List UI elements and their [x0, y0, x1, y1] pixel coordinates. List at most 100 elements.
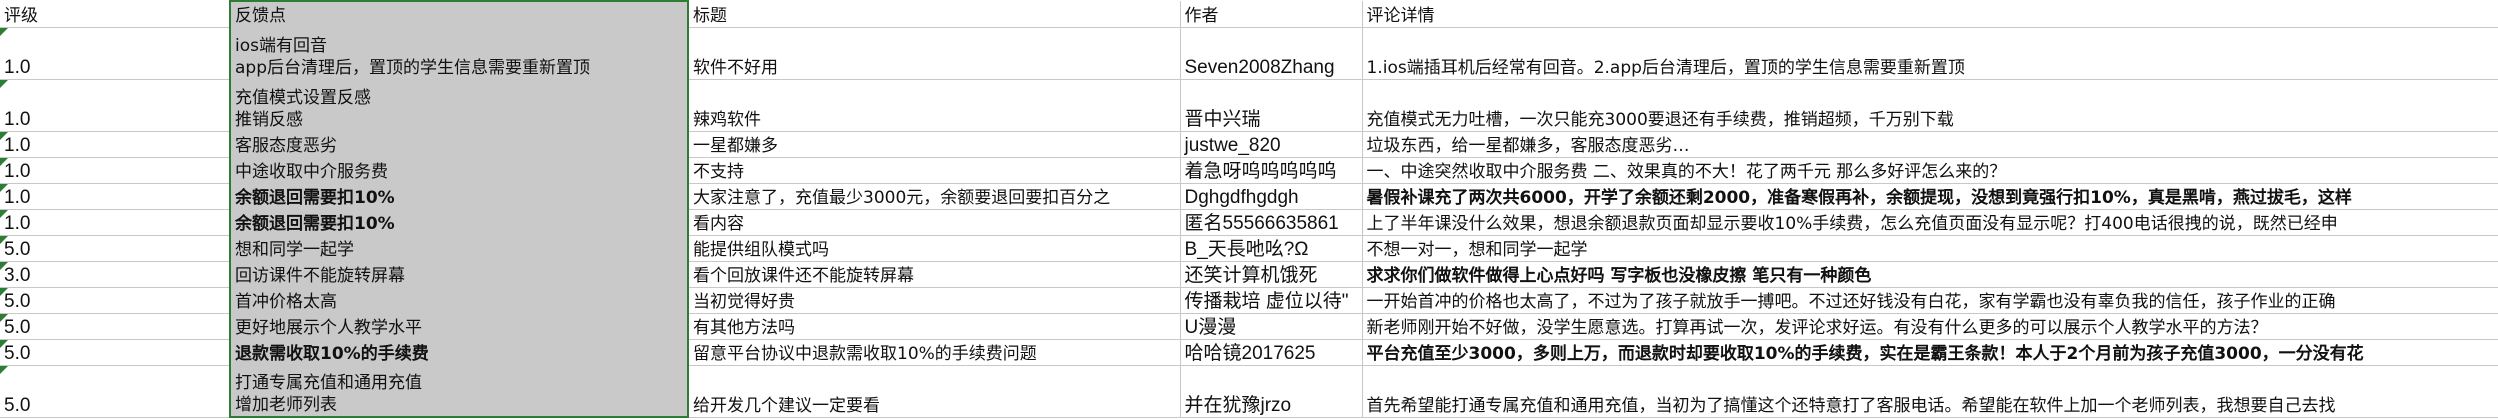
cell-grade[interactable]: 5.0 — [0, 313, 231, 340]
table-row: 3.0 回访课件不能旋转屏幕 看个回放课件还不能旋转屏幕 还笑计算机饿死 求求你们做软件… — [0, 261, 2498, 288]
cell-title[interactable]: 能提供组队模式吗 — [688, 235, 1181, 262]
cell-author[interactable]: 哈哈镜2017625 — [1180, 339, 1363, 366]
column-header-detail[interactable]: 评论详情 — [1362, 1, 2498, 28]
cell-feedback[interactable]: 想和同学一起学 — [229, 235, 689, 262]
cell-detail[interactable]: 首先希望能打通专属充值和通用充值，当初为了搞懂这个还特意打了客服电话。希望能在软… — [1362, 365, 2498, 418]
cell-feedback[interactable]: 打通专属充值和通用充值 增加老师列表 — [229, 365, 689, 418]
cell-grade[interactable]: 5.0 — [0, 365, 231, 418]
cell-feedback[interactable]: 退款需收取10%的手续费 — [229, 339, 689, 366]
cell-author[interactable]: 传播栽培 虚位以待" — [1180, 287, 1363, 314]
feedback-table: 评级 反馈点 标题 作者 评论详情 1.0 ios端有回音 app后台清理后，置顶的… — [0, 0, 2498, 418]
feedback-line: 首冲价格太高 — [235, 291, 337, 312]
cell-author[interactable]: Dghgdfhgdgh — [1180, 183, 1363, 210]
cell-author[interactable]: 还笑计算机饿死 — [1180, 261, 1363, 288]
feedback-line: 余额退回需要扣10% — [235, 187, 395, 208]
cell-title[interactable]: 当初觉得好贵 — [688, 287, 1181, 314]
grade-value: 5.0 — [4, 394, 31, 416]
feedback-line: 打通专属充值和通用充值 — [235, 373, 422, 393]
cell-feedback[interactable]: 更好地展示个人教学水平 — [229, 313, 689, 340]
number-as-text-indicator-icon — [0, 365, 8, 374]
cell-author[interactable]: 着急呀呜呜呜呜呜 — [1180, 157, 1363, 184]
cell-detail[interactable]: 求求你们做软件做得上心点好吗 写字板也没橡皮擦 笔只有一种颜色 — [1362, 261, 2498, 288]
cell-feedback[interactable]: 中途收取中介服务费 — [229, 157, 689, 184]
cell-author[interactable]: justwe_820 — [1180, 131, 1363, 158]
cell-title[interactable]: 看内容 — [688, 209, 1181, 236]
cell-detail[interactable]: 1.ios端插耳机后经常有回音。2.app后台清理后，置顶的学生信息需要重新置顶 — [1362, 27, 2498, 80]
cell-author[interactable]: B_天長吔吆?Ω — [1180, 235, 1363, 262]
cell-grade[interactable]: 5.0 — [0, 235, 231, 262]
cell-grade[interactable]: 1.0 — [0, 209, 231, 236]
number-as-text-indicator-icon — [0, 261, 8, 270]
cell-detail[interactable]: 一、中途突然收取中介服务费 二、效果真的不大！花了两千元 那么多好评怎么来的？ — [1362, 157, 2498, 184]
cell-grade[interactable]: 1.0 — [0, 27, 231, 80]
cell-feedback[interactable]: 余额退回需要扣10% — [229, 209, 689, 236]
table-row: 1.0 余额退回需要扣10% 大家注意了，充值最少3000元，余额要退回要扣百分之 D… — [0, 183, 2498, 210]
column-header-grade[interactable]: 评级 — [0, 1, 231, 28]
cell-grade[interactable]: 1.0 — [0, 131, 231, 158]
feedback-line: ios端有回音 — [235, 35, 327, 56]
cell-grade[interactable]: 1.0 — [0, 79, 231, 132]
spreadsheet-grid: 评级 反馈点 标题 作者 评论详情 1.0 ios端有回音 app后台清理后，置顶的… — [0, 0, 2498, 420]
cell-title[interactable]: 一星都嫌多 — [688, 131, 1181, 158]
column-header-author[interactable]: 作者 — [1180, 1, 1363, 28]
cell-feedback[interactable]: 回访课件不能旋转屏幕 — [229, 261, 689, 288]
number-as-text-indicator-icon — [0, 79, 8, 88]
cell-title[interactable]: 看个回放课件还不能旋转屏幕 — [688, 261, 1181, 288]
cell-grade[interactable]: 1.0 — [0, 157, 231, 184]
cell-detail[interactable]: 垃圾东西，给一星都嫌多，客服态度恶劣… — [1362, 131, 2498, 158]
header-row: 评级 反馈点 标题 作者 评论详情 — [0, 0, 2498, 28]
column-header-title[interactable]: 标题 — [688, 1, 1181, 28]
number-as-text-indicator-icon — [0, 131, 8, 140]
number-as-text-indicator-icon — [0, 339, 8, 348]
cell-detail[interactable]: 新老师刚开始不好做，没学生愿意选。打算再试一次，发评论求好运。有没有什么更多的可… — [1362, 313, 2498, 340]
cell-title[interactable]: 大家注意了，充值最少3000元，余额要退回要扣百分之 — [688, 183, 1181, 210]
feedback-line: 推销反感 — [235, 109, 303, 130]
cell-title[interactable]: 辣鸡软件 — [688, 79, 1181, 132]
cell-feedback[interactable]: 余额退回需要扣10% — [229, 183, 689, 210]
table-row: 1.0 中途收取中介服务费 不支持 着急呀呜呜呜呜呜 一、中途突然收取中介服务费 二、效… — [0, 157, 2498, 184]
cell-grade[interactable]: 5.0 — [0, 287, 231, 314]
table-row: 5.0 打通专属充值和通用充值 增加老师列表 给开发几个建议一定要看 并在犹豫jrzo 首… — [0, 365, 2498, 418]
feedback-line: 退款需收取10%的手续费 — [235, 343, 429, 364]
column-header-feedback[interactable]: 反馈点 — [229, 0, 689, 28]
cell-detail[interactable]: 平台充值至少3000，多则上万，而退款时却要收取10%的手续费，实在是霸王条款！… — [1362, 339, 2498, 366]
number-as-text-indicator-icon — [0, 235, 8, 244]
number-as-text-indicator-icon — [0, 183, 8, 192]
feedback-line: 回访课件不能旋转屏幕 — [235, 265, 405, 286]
cell-grade[interactable]: 3.0 — [0, 261, 231, 288]
cell-grade[interactable]: 5.0 — [0, 339, 231, 366]
feedback-line: 充值模式设置反感 — [235, 87, 371, 108]
table-row: 5.0 退款需收取10%的手续费 留意平台协议中退款需收取10%的手续费问题 哈哈镜2… — [0, 339, 2498, 366]
feedback-line: 想和同学一起学 — [235, 239, 354, 260]
cell-detail[interactable]: 一开始首冲的价格也太高了，不过为了孩子就放手一搏吧。不过还好钱没有白花，家有学霸… — [1362, 287, 2498, 314]
cell-author[interactable]: 匿名55566635861 — [1180, 209, 1363, 236]
cell-feedback[interactable]: 首冲价格太高 — [229, 287, 689, 314]
cell-feedback[interactable]: ios端有回音 app后台清理后，置顶的学生信息需要重新置顶 — [229, 27, 689, 80]
cell-detail[interactable]: 上了半年课没什么效果，想退余额退款页面却显示要收10%手续费，怎么充值页面没有显… — [1362, 209, 2498, 236]
cell-author[interactable]: U漫漫 — [1180, 313, 1363, 340]
cell-title[interactable]: 留意平台协议中退款需收取10%的手续费问题 — [688, 339, 1181, 366]
table-row: 5.0 想和同学一起学 能提供组队模式吗 B_天長吔吆?Ω 不想一对一，想和同学一起学 — [0, 235, 2498, 262]
cell-feedback[interactable]: 充值模式设置反感 推销反感 — [229, 79, 689, 132]
table-row: 1.0 客服态度恶劣 一星都嫌多 justwe_820 垃圾东西，给一星都嫌多，客服态度… — [0, 131, 2498, 158]
cell-detail[interactable]: 充值模式无力吐槽，一次只能充3000要退还有手续费，推销超频，千万别下载 — [1362, 79, 2498, 132]
feedback-line: 增加老师列表 — [235, 395, 337, 415]
cell-author[interactable]: 并在犹豫jrzo — [1180, 365, 1363, 418]
cell-title[interactable]: 有其他方法吗 — [688, 313, 1181, 340]
cell-author[interactable]: 晋中兴瑞 — [1180, 79, 1363, 132]
feedback-line: 中途收取中介服务费 — [235, 161, 388, 182]
cell-grade[interactable]: 1.0 — [0, 183, 231, 210]
table-row: 1.0 充值模式设置反感 推销反感 辣鸡软件 晋中兴瑞 充值模式无力吐槽，一次只能充300… — [0, 79, 2498, 132]
cell-title[interactable]: 不支持 — [688, 157, 1181, 184]
number-as-text-indicator-icon — [0, 287, 8, 296]
feedback-line: 更好地展示个人教学水平 — [235, 317, 422, 338]
number-as-text-indicator-icon — [0, 27, 8, 36]
number-as-text-indicator-icon — [0, 313, 8, 322]
cell-feedback[interactable]: 客服态度恶劣 — [229, 131, 689, 158]
cell-detail[interactable]: 暑假补课充了两次共6000，开学了余额还剩2000，准备寒假再补，余额提现，没想… — [1362, 183, 2498, 210]
cell-title[interactable]: 给开发几个建议一定要看 — [688, 365, 1181, 418]
cell-detail[interactable]: 不想一对一，想和同学一起学 — [1362, 235, 2498, 262]
cell-author[interactable]: Seven2008Zhang — [1180, 27, 1363, 80]
cell-title[interactable]: 软件不好用 — [688, 27, 1181, 80]
table-row: 5.0 更好地展示个人教学水平 有其他方法吗 U漫漫 新老师刚开始不好做，没学生愿意选。… — [0, 313, 2498, 340]
